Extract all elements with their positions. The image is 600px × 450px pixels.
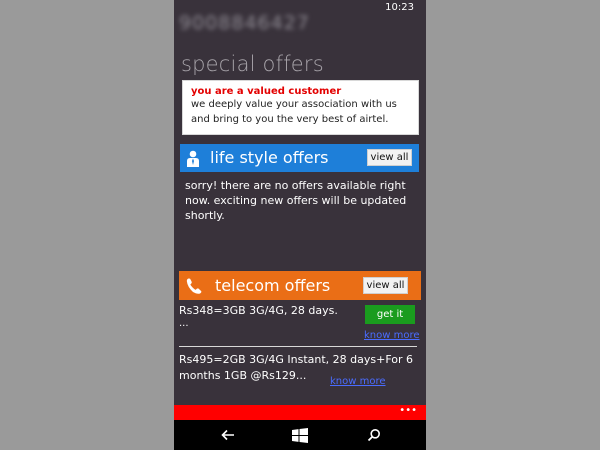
phone-screen: 10:23 9008846427 special offers you are … xyxy=(174,0,426,450)
more-options-button[interactable]: ••• xyxy=(399,405,417,417)
lifestyle-offers-title: life style offers xyxy=(210,148,329,167)
lifestyle-offers-header: life style offers view all xyxy=(180,144,419,172)
offer-1-know-more-link[interactable]: know more xyxy=(364,330,420,341)
search-icon[interactable] xyxy=(367,427,381,446)
telecom-offers-title: telecom offers xyxy=(215,276,331,295)
phone-icon xyxy=(185,277,203,299)
offer-2-know-more-link[interactable]: know more xyxy=(330,376,386,387)
get-it-button[interactable]: get it xyxy=(365,305,415,324)
lifestyle-view-all-button[interactable]: view all xyxy=(367,149,412,166)
telecom-offers-header: telecom offers view all xyxy=(179,271,421,300)
status-clock: 10:23 xyxy=(385,2,414,13)
windows-icon[interactable] xyxy=(292,428,308,447)
phone-number: 9008846427 xyxy=(179,12,310,34)
notice-line-1: we deeply value your association with us xyxy=(191,99,397,110)
telecom-view-all-button[interactable]: view all xyxy=(363,277,408,294)
notice-heading: you are a valued customer xyxy=(191,86,342,97)
offer-1-text: Rs348=3GB 3G/4G, 28 days. xyxy=(179,304,338,317)
navigation-bar xyxy=(174,420,426,450)
notice-line-2: and bring to you the very best of airtel… xyxy=(191,114,389,125)
app-bar: ••• xyxy=(174,405,426,420)
no-offers-message: sorry! there are no offers available rig… xyxy=(185,179,407,222)
person-icon xyxy=(186,150,200,171)
valued-customer-card: you are a valued customer we deeply valu… xyxy=(182,80,419,135)
back-icon[interactable] xyxy=(221,427,235,446)
page-title: special offers xyxy=(181,52,324,76)
offer-divider xyxy=(179,346,417,347)
offer-1-ellipsis: ... xyxy=(179,318,189,329)
